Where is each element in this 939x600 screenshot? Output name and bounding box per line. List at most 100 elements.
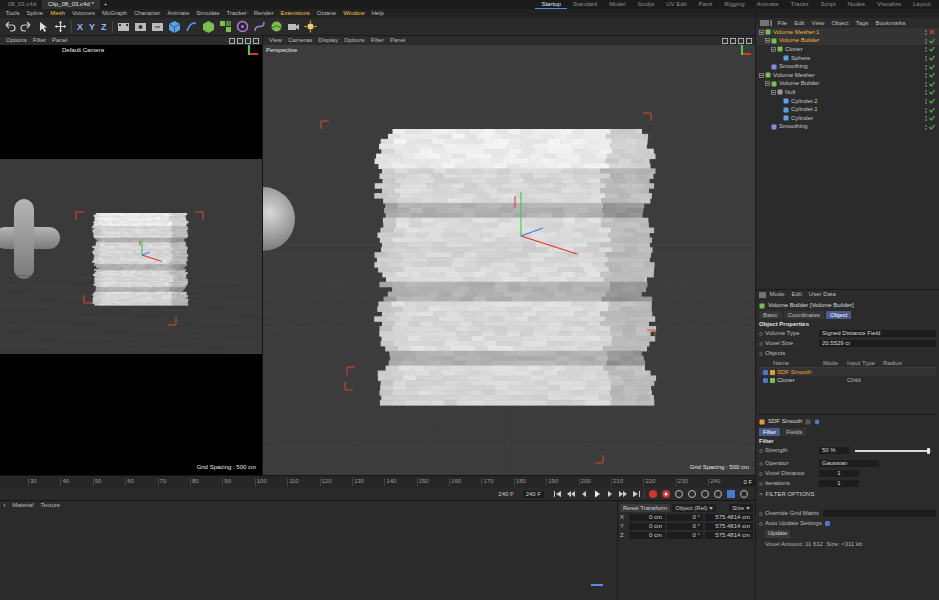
scale-icon[interactable] — [713, 489, 723, 499]
object-name[interactable]: Volume Mesher — [773, 72, 815, 79]
viewport-nav-icon[interactable] — [253, 38, 259, 44]
object-name[interactable]: Smoothing — [779, 63, 808, 70]
render-view-icon[interactable] — [134, 20, 147, 33]
viewport-nav-icon[interactable] — [245, 38, 251, 44]
pla-icon[interactable] — [739, 489, 749, 499]
object-name[interactable]: Sphere — [791, 55, 810, 62]
menu-item[interactable]: Tags — [852, 20, 872, 27]
expand-toggle-icon[interactable] — [777, 107, 782, 112]
param-icon[interactable] — [726, 489, 736, 499]
layer-icon[interactable] — [924, 46, 928, 52]
expand-toggle-icon[interactable] — [771, 47, 776, 52]
menu-item[interactable]: Spline — [23, 10, 47, 17]
enabled-check-icon[interactable] — [929, 81, 935, 87]
animate-dot-icon[interactable] — [759, 449, 763, 453]
size-field[interactable]: 575.4814 cm — [705, 523, 753, 530]
expand-toggle-icon[interactable] — [777, 99, 782, 104]
menu-item[interactable]: Tracker — [223, 10, 250, 17]
override-grid-matrix-field[interactable] — [823, 510, 936, 517]
object-row[interactable]: Cylinder.2 — [756, 97, 939, 106]
filter-property-field[interactable]: 1 — [819, 470, 859, 477]
filter-tab[interactable]: Fields — [782, 428, 806, 436]
size-mode-dropdown[interactable]: Size — [729, 504, 753, 512]
menu-item[interactable]: User Data — [805, 291, 839, 298]
object-row[interactable]: Volume Mesher.1 — [756, 28, 939, 37]
strength-field[interactable]: 50 % — [819, 447, 849, 454]
auto-update-checkbox[interactable] — [825, 521, 830, 526]
position-field[interactable]: 0 cm — [629, 514, 665, 521]
viewport-nav-icon[interactable] — [722, 38, 728, 44]
position-field[interactable]: 0 cm — [629, 532, 665, 539]
menu-item[interactable]: Edit — [788, 291, 805, 298]
hamburger-icon[interactable] — [760, 20, 767, 26]
update-button[interactable]: Update — [765, 530, 790, 538]
layout-tab[interactable]: Paint — [693, 0, 719, 9]
enabled-check-icon[interactable] — [929, 64, 935, 70]
menu-item[interactable]: File — [774, 20, 791, 27]
object-name[interactable]: Volume Mesher.1 — [773, 29, 819, 36]
layer-icon[interactable] — [924, 55, 928, 61]
menu-item[interactable]: Mode — [766, 291, 788, 298]
object-row[interactable]: Null — [756, 88, 939, 97]
viewport-menu-item[interactable]: Cameras — [285, 37, 315, 44]
property-field[interactable]: 20.5529 cr — [819, 340, 936, 347]
menu-item[interactable]: Animate — [164, 10, 193, 17]
move-icon[interactable] — [54, 20, 67, 33]
rotation-field[interactable]: 0 ° — [667, 514, 703, 521]
attribute-tab[interactable]: Coordinates — [784, 311, 824, 319]
enabled-check-icon[interactable] — [929, 55, 935, 61]
object-row[interactable]: Volume Builder — [756, 37, 939, 46]
layer-icon[interactable] — [924, 89, 928, 95]
prev-frame-icon[interactable] — [579, 489, 589, 499]
menu-item[interactable]: View — [808, 20, 828, 27]
select-icon[interactable] — [37, 20, 50, 33]
object-name[interactable]: Volume Builder — [779, 37, 819, 44]
strength-knob[interactable] — [927, 448, 930, 454]
enabled-check-icon[interactable] — [929, 107, 935, 113]
environment-icon[interactable] — [270, 20, 283, 33]
layout-tab[interactable]: Animate — [751, 0, 785, 9]
attribute-tab[interactable]: Object — [826, 311, 851, 319]
film-icon[interactable] — [117, 20, 130, 33]
size-field[interactable]: 575.4814 cm — [705, 532, 753, 539]
hamburger-icon[interactable] — [759, 292, 766, 298]
record-icon[interactable] — [648, 489, 658, 499]
link-icon[interactable] — [814, 419, 820, 425]
viewport-canvas[interactable]: PerspectiveGrid Spacing : 500 cm — [263, 45, 755, 475]
enabled-check-icon[interactable] — [929, 72, 935, 78]
column-header[interactable]: Name — [773, 360, 823, 367]
object-name[interactable]: Smoothing — [779, 123, 808, 130]
viewport-menu-item[interactable]: Options — [341, 37, 368, 44]
menu-item[interactable]: Object — [828, 20, 852, 27]
menu-item[interactable]: Texture — [37, 502, 64, 509]
keyframe-icon[interactable] — [687, 489, 697, 499]
expand-toggle-icon[interactable] — [765, 38, 770, 43]
menu-item[interactable]: Window — [340, 10, 368, 17]
new-tab-button[interactable]: + — [100, 1, 112, 8]
viewport-menu-item[interactable]: Filter — [368, 37, 387, 44]
field-icon[interactable] — [236, 20, 249, 33]
camera-icon[interactable] — [287, 20, 300, 33]
motion-icon[interactable] — [700, 489, 710, 499]
disabled-x-icon[interactable] — [929, 29, 935, 35]
layer-icon[interactable] — [924, 72, 928, 78]
material-zoom-slider[interactable] — [591, 584, 603, 586]
object-row[interactable]: Cloner — [756, 45, 939, 54]
column-header[interactable]: Input Type — [847, 360, 883, 367]
light-icon[interactable] — [304, 20, 317, 33]
layout-tab[interactable]: Nodes — [842, 0, 871, 9]
viewport-menu-item[interactable]: View — [266, 37, 285, 44]
go-end-icon[interactable] — [631, 489, 641, 499]
expand-toggle-icon[interactable] — [765, 64, 770, 69]
prev-key-icon[interactable] — [566, 489, 576, 499]
object-name[interactable]: Cloner — [785, 46, 803, 53]
pen-icon[interactable] — [185, 20, 198, 33]
current-frame-field[interactable]: 0 F — [741, 479, 756, 486]
objects-table-row[interactable]: ClonerChild — [759, 376, 936, 384]
undo-icon[interactable] — [3, 20, 16, 33]
timeline-ruler[interactable]: 3040506070809010011012013014015016017018… — [0, 476, 755, 488]
lock-icon[interactable] — [805, 419, 811, 425]
column-header[interactable]: Radius — [883, 360, 913, 367]
camera-label[interactable]: Perspective — [266, 47, 297, 54]
expand-toggle-icon[interactable] — [771, 90, 776, 95]
